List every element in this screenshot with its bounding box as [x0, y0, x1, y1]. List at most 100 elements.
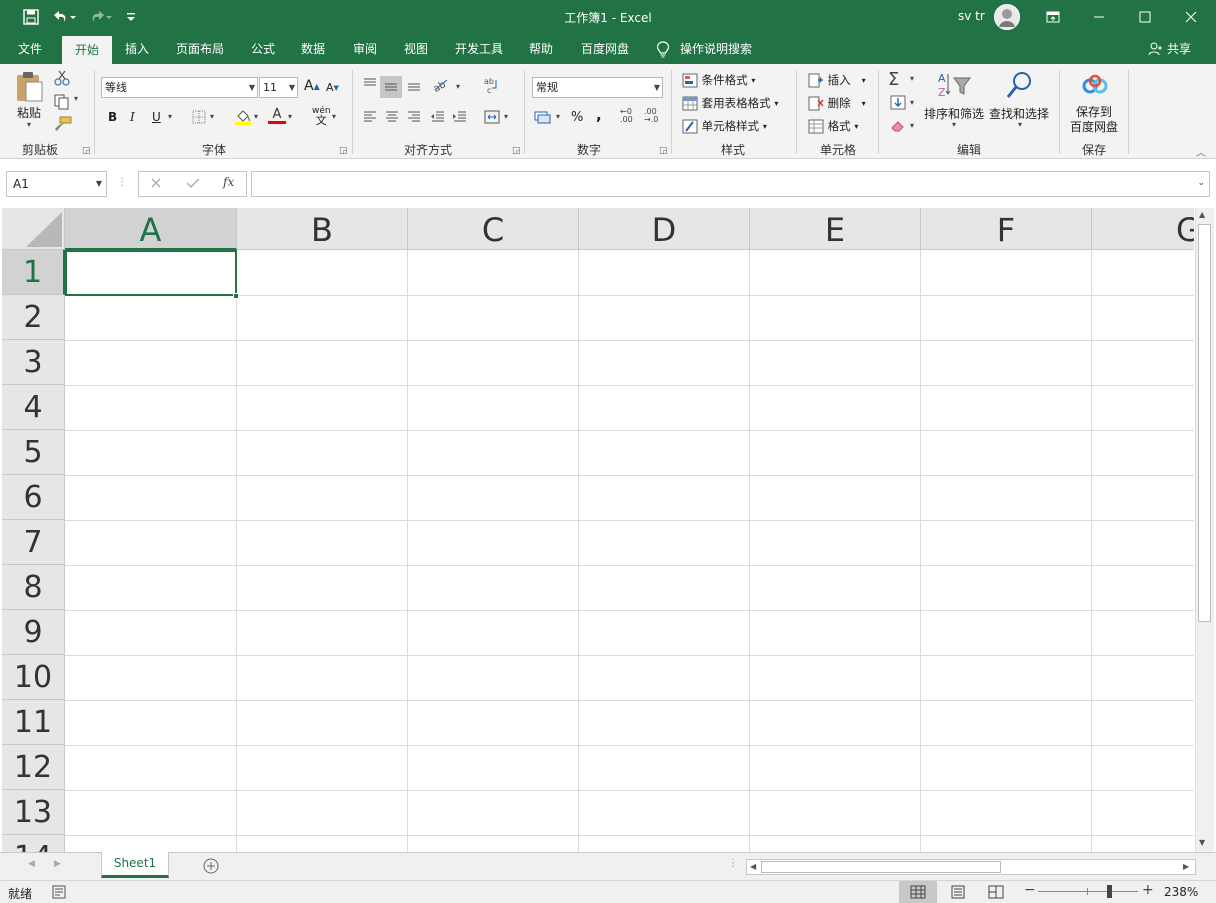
decrease-decimal-icon[interactable]: .00 →.0: [644, 108, 658, 124]
cell-styles-button[interactable]: 单元格样式 ▾: [682, 118, 767, 134]
row-header-8[interactable]: 8: [2, 565, 65, 610]
underline-button[interactable]: U: [152, 110, 161, 124]
sort-filter-dropdown-icon[interactable]: ▾: [952, 120, 956, 129]
format-as-table-button[interactable]: 套用表格格式 ▾: [682, 95, 778, 111]
avatar[interactable]: [994, 4, 1020, 30]
close-icon[interactable]: [1168, 0, 1214, 34]
bold-button[interactable]: B: [108, 110, 117, 124]
paste-button[interactable]: [14, 70, 50, 105]
zoom-level[interactable]: 238%: [1164, 885, 1198, 899]
increase-indent-icon[interactable]: [452, 109, 468, 128]
alignment-dialog-launcher-icon[interactable]: ◲: [512, 146, 521, 156]
column-header-f[interactable]: F: [921, 208, 1092, 250]
share-icon[interactable]: [1148, 42, 1162, 59]
row-header-11[interactable]: 11: [2, 700, 65, 745]
zoom-out-icon[interactable]: −: [1024, 882, 1036, 898]
find-select-dropdown-icon[interactable]: ▾: [1018, 120, 1022, 129]
tab-baidu-netdisk[interactable]: 百度网盘: [572, 34, 638, 64]
row-header-9[interactable]: 9: [2, 610, 65, 655]
column-header-e[interactable]: E: [750, 208, 921, 250]
tab-view[interactable]: 视图: [395, 34, 437, 64]
grow-font-button[interactable]: A ▲: [304, 78, 320, 94]
row-header-6[interactable]: 6: [2, 475, 65, 520]
find-select-icon[interactable]: [1005, 70, 1035, 103]
share-button[interactable]: 共享: [1164, 34, 1194, 64]
italic-button[interactable]: I: [130, 110, 135, 124]
horizontal-scrollbar[interactable]: ◀ ▶: [746, 859, 1196, 875]
font-name-combo[interactable]: 等线 ▼: [101, 77, 258, 98]
font-size-combo[interactable]: 11 ▼: [259, 77, 298, 98]
fill-color-icon[interactable]: [234, 108, 252, 129]
name-box[interactable]: A1 ▼: [6, 171, 107, 197]
scroll-right-icon[interactable]: ▶: [1183, 862, 1189, 871]
row-header-14[interactable]: 14: [2, 835, 65, 852]
active-cell-a1[interactable]: [65, 250, 237, 296]
orientation-icon[interactable]: ab: [432, 76, 454, 95]
row-header-7[interactable]: 7: [2, 520, 65, 565]
normal-view-button[interactable]: [899, 881, 937, 903]
zoom-slider-thumb[interactable]: [1107, 885, 1112, 898]
cancel-entry-icon[interactable]: [150, 177, 162, 192]
column-header-d[interactable]: D: [579, 208, 750, 250]
font-color-button[interactable]: A: [268, 107, 286, 124]
select-all-button[interactable]: [2, 208, 65, 250]
paste-label[interactable]: 粘贴: [17, 104, 41, 121]
zoom-in-icon[interactable]: +: [1142, 882, 1154, 898]
sheet-tab-sheet1[interactable]: Sheet1: [101, 852, 169, 878]
confirm-entry-icon[interactable]: [186, 177, 200, 192]
number-dialog-launcher-icon[interactable]: ◲: [659, 146, 668, 156]
format-painter-icon[interactable]: [54, 116, 72, 135]
borders-dropdown-icon[interactable]: ▾: [210, 112, 214, 121]
vertical-scroll-thumb[interactable]: [1198, 224, 1211, 622]
row-header-2[interactable]: 2: [2, 295, 65, 340]
column-header-b[interactable]: B: [237, 208, 408, 250]
tab-page-layout[interactable]: 页面布局: [168, 34, 232, 64]
tab-review[interactable]: 审阅: [344, 34, 386, 64]
minimize-icon[interactable]: [1076, 0, 1122, 34]
baidu-netdisk-icon[interactable]: [1081, 74, 1109, 99]
tab-file[interactable]: 文件: [6, 34, 54, 64]
clear-dropdown-icon[interactable]: ▾: [910, 121, 914, 130]
lightbulb-icon[interactable]: [656, 41, 670, 61]
new-sheet-icon[interactable]: [202, 857, 220, 878]
copy-icon[interactable]: [54, 94, 70, 113]
tab-help[interactable]: 帮助: [520, 34, 562, 64]
save-to-baidu-button[interactable]: 保存到 百度网盘: [1070, 105, 1118, 135]
formula-bar-resize-handle[interactable]: ⋮: [117, 177, 127, 188]
clear-icon[interactable]: [890, 118, 906, 136]
horizontal-scroll-thumb[interactable]: [761, 861, 1001, 873]
borders-icon[interactable]: [192, 110, 206, 127]
tell-me-search[interactable]: 操作说明搜索: [680, 34, 760, 64]
cut-icon[interactable]: [54, 70, 70, 89]
tab-home[interactable]: 开始: [62, 36, 112, 64]
user-name[interactable]: sv tr: [958, 9, 985, 23]
zoom-slider-track[interactable]: [1038, 891, 1138, 892]
macro-record-icon[interactable]: [52, 885, 66, 902]
scroll-up-icon[interactable]: ▲: [1199, 210, 1205, 219]
underline-dropdown-icon[interactable]: ▾: [168, 112, 172, 121]
align-middle-icon[interactable]: [380, 76, 402, 98]
fill-dropdown-icon[interactable]: ▾: [910, 98, 914, 107]
insert-function-icon[interactable]: fx: [223, 175, 234, 189]
row-header-5[interactable]: 5: [2, 430, 65, 475]
sort-filter-icon[interactable]: AZ: [936, 70, 972, 103]
row-header-12[interactable]: 12: [2, 745, 65, 790]
expand-formula-bar-icon[interactable]: ⌄: [1197, 178, 1205, 188]
ribbon-display-options-icon[interactable]: [1030, 0, 1076, 34]
tab-split-handle[interactable]: ⋮: [728, 858, 738, 869]
conditional-formatting-button[interactable]: 条件格式 ▾: [682, 72, 755, 88]
format-cells-button[interactable]: 格式 ▾: [808, 118, 858, 134]
percent-button[interactable]: %: [571, 110, 583, 125]
copy-dropdown-icon[interactable]: ▾: [74, 94, 78, 103]
phonetic-button[interactable]: wén 文: [312, 106, 331, 126]
align-right-icon[interactable]: [406, 109, 422, 128]
tab-formulas[interactable]: 公式: [242, 34, 284, 64]
shrink-font-button[interactable]: A ▼: [326, 81, 339, 94]
phonetic-dropdown-icon[interactable]: ▾: [332, 112, 336, 121]
fill-icon[interactable]: [890, 95, 906, 113]
formula-input[interactable]: ⌄: [251, 171, 1210, 197]
tab-data[interactable]: 数据: [292, 34, 334, 64]
increase-decimal-icon[interactable]: ←0.00: [620, 108, 633, 124]
page-break-view-icon[interactable]: [988, 885, 1004, 902]
clipboard-dialog-launcher-icon[interactable]: ◲: [82, 146, 91, 156]
